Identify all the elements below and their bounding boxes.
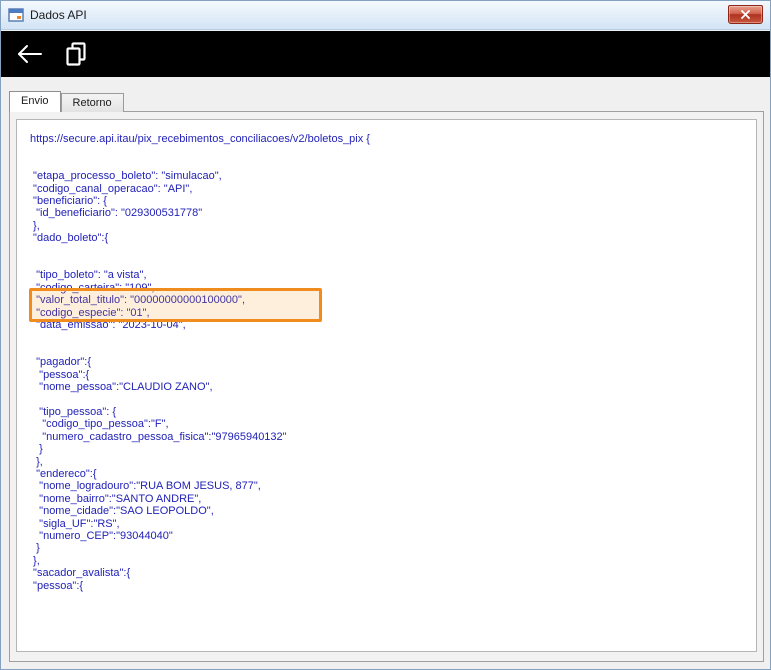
copy-button[interactable] bbox=[65, 42, 87, 66]
tab-envio[interactable]: Envio bbox=[9, 91, 61, 112]
close-icon bbox=[741, 10, 750, 19]
tab-page-envio: https://secure.api.itau/pix_recebimentos… bbox=[9, 111, 764, 662]
window-title: Dados API bbox=[30, 8, 87, 22]
request-body-viewer[interactable]: https://secure.api.itau/pix_recebimentos… bbox=[16, 119, 757, 652]
title-bar: Dados API bbox=[1, 1, 770, 30]
request-body-text: https://secure.api.itau/pix_recebimentos… bbox=[30, 133, 370, 592]
copy-icon bbox=[66, 42, 86, 66]
tab-retorno[interactable]: Retorno bbox=[60, 93, 124, 112]
app-window: Dados API Envio Retorno https://secure.a… bbox=[0, 0, 771, 670]
tab-strip: Envio Retorno bbox=[9, 91, 124, 112]
action-toolbar bbox=[1, 31, 770, 77]
app-icon bbox=[8, 8, 24, 22]
back-arrow-icon bbox=[18, 45, 42, 63]
back-button[interactable] bbox=[15, 43, 43, 65]
close-button[interactable] bbox=[728, 5, 763, 24]
